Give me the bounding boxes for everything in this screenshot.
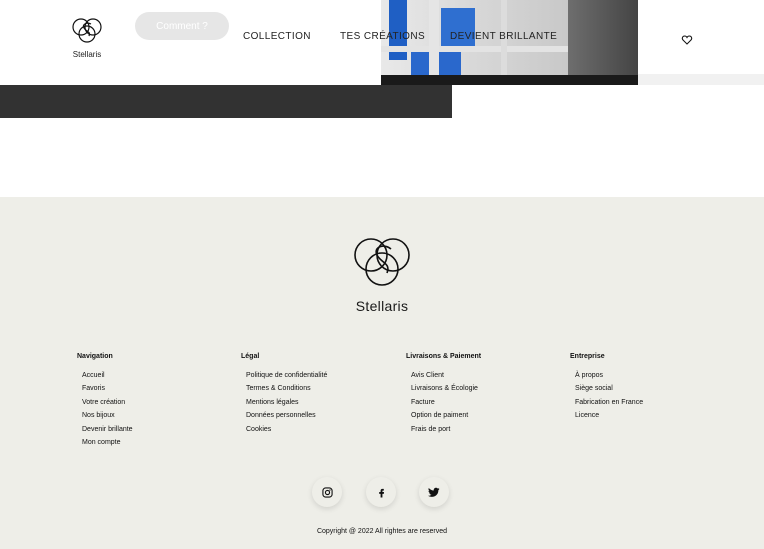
stellaris-logo-icon [354, 238, 410, 286]
footer-column-legal: Légal Politique de confidentialité Terme… [241, 353, 327, 438]
footer-link[interactable]: Votre création [82, 398, 133, 411]
footer-link[interactable]: Fabrication en France [575, 398, 643, 411]
footer-link[interactable]: Livraisons & Écologie [411, 384, 481, 397]
footer-link[interactable]: Facture [411, 398, 481, 411]
column-title: Entreprise [570, 353, 605, 360]
footer-link[interactable]: Données personnelles [246, 411, 327, 424]
footer-brand: Stellaris [355, 298, 409, 314]
footer-link[interactable]: Frais de port [411, 425, 481, 438]
footer-link[interactable]: Avis Client [411, 371, 481, 384]
footer-link[interactable]: Licence [575, 411, 643, 424]
instagram-button[interactable] [312, 477, 342, 507]
dark-banner [0, 85, 452, 118]
copyright: Copyright @ 2022 All rightes are reserve… [316, 528, 448, 535]
footer-logo[interactable]: Stellaris [340, 233, 424, 314]
footer-column-livraisons: Livraisons & Paiement Avis Client Livrai… [406, 353, 481, 438]
column-title: Livraisons & Paiement [406, 353, 482, 360]
twitter-button[interactable] [419, 477, 449, 507]
facebook-button[interactable] [366, 477, 396, 507]
footer-link[interactable]: Mentions légales [246, 398, 327, 411]
twitter-icon [428, 487, 440, 497]
hero-photo [381, 0, 638, 85]
stellaris-logo-icon [72, 18, 102, 43]
footer-link[interactable]: Option de paiment [411, 411, 481, 424]
footer-link[interactable]: Accueil [82, 371, 133, 384]
footer-link[interactable]: Devenir brillante [82, 425, 133, 438]
header: Stellaris Comment ? COLLECTION TES CRÉAT… [0, 0, 764, 85]
facebook-icon [378, 488, 384, 498]
footer-link[interactable]: Mon compte [82, 438, 133, 451]
column-title: Légal [241, 353, 260, 360]
footer-link[interactable]: À propos [575, 371, 643, 384]
header-logo[interactable]: Stellaris [68, 16, 106, 59]
page: Stellaris Comment ? COLLECTION TES CRÉAT… [0, 0, 764, 549]
footer-link[interactable]: Favoris [82, 384, 133, 397]
footer-column-navigation: Navigation Accueil Favoris Votre créatio… [77, 353, 133, 451]
nav-collection[interactable]: COLLECTION [243, 31, 311, 42]
nav-devient-brillante[interactable]: DEVIENT BRILLANTE [450, 31, 557, 42]
heart-icon[interactable] [681, 34, 693, 46]
column-title: Navigation [77, 353, 113, 360]
footer-link[interactable]: Siège social [575, 384, 643, 397]
footer-column-entreprise: Entreprise À propos Siège social Fabrica… [570, 353, 643, 425]
header-brand: Stellaris [72, 50, 102, 59]
footer-link[interactable]: Termes & Conditions [246, 384, 327, 397]
footer-link[interactable]: Nos bijoux [82, 411, 133, 424]
header-strip [638, 74, 764, 85]
instagram-icon [321, 486, 333, 498]
comment-button[interactable]: Comment ? [135, 12, 229, 40]
footer: Stellaris Navigation Accueil Favoris Vot… [0, 197, 764, 549]
footer-link[interactable]: Politique de confidentialité [246, 371, 327, 384]
nav-tes-creations[interactable]: TES CRÉATIONS [340, 31, 425, 42]
footer-link[interactable]: Cookies [246, 425, 327, 438]
